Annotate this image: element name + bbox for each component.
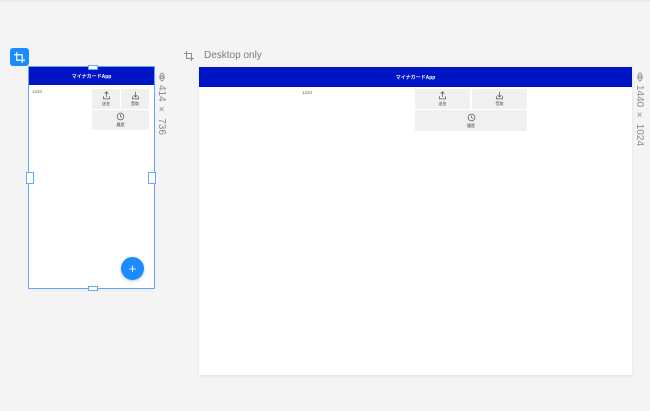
plus-icon: + <box>128 261 137 276</box>
add-fab-button[interactable]: + <box>121 257 144 280</box>
resize-handle-left[interactable] <box>26 172 34 184</box>
mobile-send-button[interactable]: 送金 <box>92 89 120 109</box>
mobile-receive-button[interactable]: 受取 <box>121 89 149 109</box>
desktop-receive-button[interactable]: 受取 <box>472 89 527 109</box>
resize-handle-right[interactable] <box>148 172 156 184</box>
desktop-size-label: 1440 × 1024 <box>634 72 645 146</box>
desktop-send-button[interactable]: 送金 <box>415 89 470 109</box>
desktop-app-title: マイナカードApp <box>395 74 436 81</box>
mobile-artboard[interactable]: マイナカードApp 1234 送金 受取 履歴 <box>28 66 155 289</box>
artboard-tool-button[interactable] <box>10 48 29 66</box>
desktop-artboard[interactable]: マイナカードApp 1234 送金 受取 履歴 <box>199 67 632 375</box>
send-label: 送金 <box>102 101 110 106</box>
receive-label: 受取 <box>131 101 139 106</box>
resize-handle-bottom[interactable] <box>88 286 98 291</box>
receive-label: 受取 <box>495 101 504 106</box>
frame-icon <box>184 51 194 61</box>
clock-icon <box>467 113 475 121</box>
upload-icon <box>439 91 446 100</box>
mobile-history-button[interactable]: 履歴 <box>92 110 149 130</box>
desktop-number-text: 1234 <box>302 90 313 95</box>
eye-icon <box>636 72 643 82</box>
resize-handle-top[interactable] <box>88 65 98 70</box>
desktop-artboard-title[interactable]: Desktop only <box>204 50 262 61</box>
download-icon <box>131 91 139 100</box>
download-icon <box>496 91 503 100</box>
clock-icon <box>116 112 125 121</box>
mobile-app-title: マイナカードApp <box>71 73 112 80</box>
artboard-icon <box>14 51 25 63</box>
mobile-size-text: 414 × 736 <box>156 85 167 135</box>
mobile-size-label: 414 × 736 <box>156 72 167 135</box>
desktop-history-button[interactable]: 履歴 <box>415 110 527 131</box>
canvas-top-edge <box>0 0 650 2</box>
history-label: 履歴 <box>116 122 125 127</box>
upload-icon <box>102 91 110 100</box>
history-label: 履歴 <box>467 122 475 128</box>
desktop-app-bar: マイナカードApp <box>199 67 632 87</box>
mobile-number-text: 1234 <box>32 89 43 94</box>
eye-icon <box>158 72 165 82</box>
desktop-size-text: 1440 × 1024 <box>634 85 645 147</box>
send-label: 送金 <box>438 101 447 106</box>
